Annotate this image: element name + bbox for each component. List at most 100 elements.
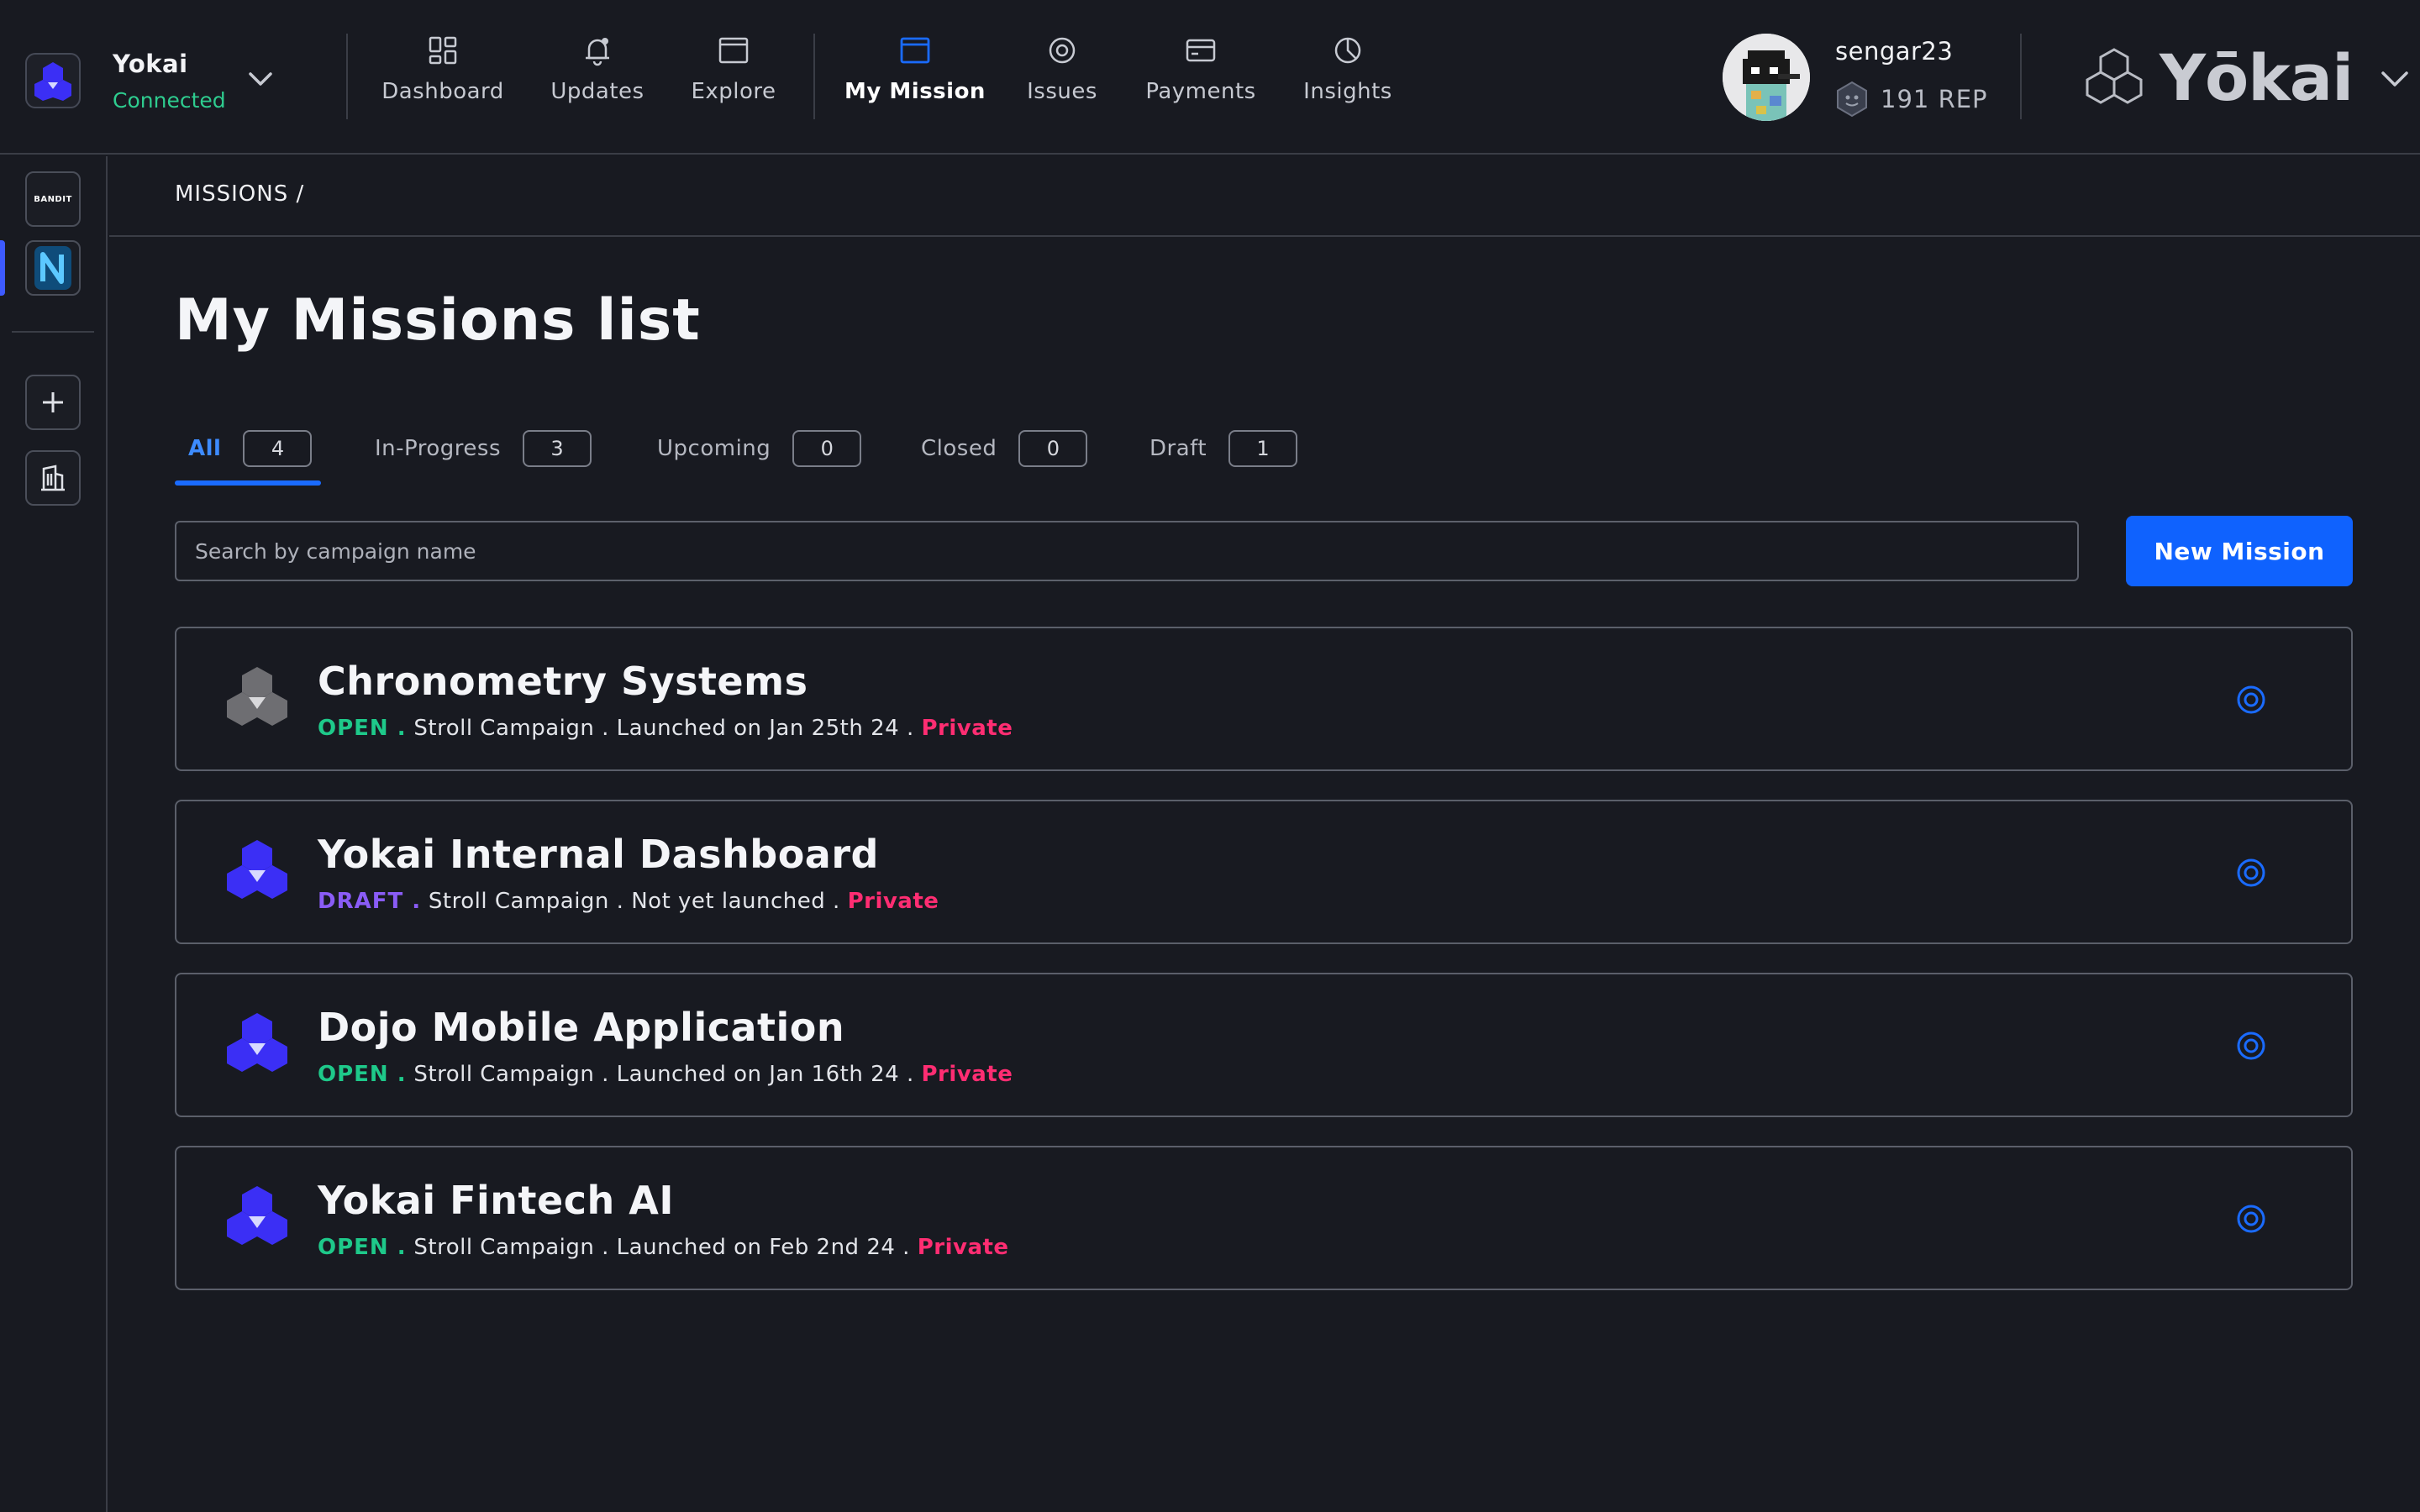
target-icon[interactable] bbox=[2235, 857, 2267, 889]
status-badge: OPEN . bbox=[318, 716, 407, 741]
mission-card[interactable]: Yokai Internal Dashboard DRAFT . Stroll … bbox=[175, 800, 2353, 944]
target-icon[interactable] bbox=[2235, 684, 2267, 716]
mission-card[interactable]: Yokai Fintech AI OPEN . Stroll Campaign … bbox=[175, 1146, 2353, 1290]
mission-title[interactable]: Yokai Fintech AI bbox=[318, 1178, 674, 1223]
brand-switcher[interactable]: Yōkai bbox=[2081, 40, 2412, 115]
campaign-type: Stroll Campaign . bbox=[413, 1062, 609, 1087]
tab-draft-label: Draft bbox=[1150, 436, 1207, 461]
target-icon[interactable] bbox=[2235, 1203, 2267, 1235]
launch-date: Launched on Feb 2nd 24 . bbox=[616, 1235, 910, 1260]
user-profile[interactable]: sengar23 191 REP bbox=[1723, 34, 1988, 121]
campaign-type: Stroll Campaign . bbox=[413, 1235, 609, 1260]
pie-icon bbox=[1333, 30, 1363, 71]
nav-insights[interactable]: Insights bbox=[1299, 30, 1397, 123]
nav-updates[interactable]: Updates bbox=[550, 30, 644, 123]
nav-payments-label: Payments bbox=[1145, 79, 1256, 104]
tab-upcoming-count: 0 bbox=[792, 430, 862, 467]
workspace-n[interactable] bbox=[25, 240, 81, 296]
search-input[interactable] bbox=[175, 521, 2079, 581]
bandit-logo: BANDIT bbox=[34, 194, 72, 204]
org-switcher[interactable]: Yokai Connected bbox=[25, 47, 345, 114]
card-icon bbox=[1185, 30, 1217, 71]
org-logo-icon bbox=[25, 53, 81, 108]
reputation-badge: 191 REP bbox=[1835, 81, 1988, 118]
building-icon bbox=[41, 465, 65, 491]
mission-logo-icon bbox=[227, 1013, 287, 1072]
organization-button[interactable] bbox=[25, 450, 81, 506]
org-name: Yokai bbox=[113, 49, 188, 78]
nav-payments[interactable]: Payments bbox=[1145, 30, 1256, 123]
tab-draft[interactable]: Draft 1 bbox=[1150, 423, 1298, 474]
workspace-bandit[interactable]: BANDIT bbox=[25, 171, 81, 227]
mission-meta: OPEN . Stroll Campaign . Launched on Jan… bbox=[318, 1062, 1013, 1087]
mission-meta: OPEN . Stroll Campaign . Launched on Feb… bbox=[318, 1235, 1009, 1260]
reputation-value: 191 REP bbox=[1881, 85, 1988, 113]
workspace-rail: BANDIT bbox=[0, 156, 108, 1512]
mission-meta: OPEN . Stroll Campaign . Launched on Jan… bbox=[318, 716, 1013, 741]
nav-issues-label: Issues bbox=[1027, 79, 1097, 104]
mission-title[interactable]: Yokai Internal Dashboard bbox=[318, 832, 879, 877]
active-indicator bbox=[0, 240, 5, 296]
launch-date: Launched on Jan 25th 24 . bbox=[616, 716, 914, 741]
yokai-logo-icon bbox=[2086, 47, 2143, 104]
page-title: My Missions list bbox=[175, 287, 701, 354]
mission-title[interactable]: Chronometry Systems bbox=[318, 659, 808, 704]
nav-my-mission[interactable]: My Mission bbox=[844, 30, 985, 123]
tab-closed-count: 0 bbox=[1018, 430, 1088, 467]
add-workspace-button[interactable] bbox=[25, 375, 81, 430]
tab-upcoming[interactable]: Upcoming 0 bbox=[657, 423, 862, 474]
nav-dashboard[interactable]: Dashboard bbox=[381, 30, 503, 123]
new-mission-button[interactable]: New Mission bbox=[2126, 516, 2353, 586]
target-icon[interactable] bbox=[2235, 1030, 2267, 1062]
divider bbox=[12, 331, 94, 333]
mission-logo-icon bbox=[227, 667, 287, 726]
tab-upcoming-label: Upcoming bbox=[657, 436, 771, 461]
campaign-type: Stroll Campaign . bbox=[413, 716, 609, 741]
tab-in-progress-count: 3 bbox=[523, 430, 592, 467]
target-icon bbox=[1047, 30, 1077, 71]
mission-card[interactable]: Chronometry Systems OPEN . Stroll Campai… bbox=[175, 627, 2353, 771]
mission-card[interactable]: Dojo Mobile Application OPEN . Stroll Ca… bbox=[175, 973, 2353, 1117]
tab-in-progress[interactable]: In-Progress 3 bbox=[375, 423, 592, 474]
hexagon-badge-icon bbox=[1837, 81, 1867, 118]
divider bbox=[2020, 34, 2022, 119]
mission-meta: DRAFT . Stroll Campaign . Not yet launch… bbox=[318, 889, 939, 914]
nav-issues[interactable]: Issues bbox=[1022, 30, 1102, 123]
mission-title[interactable]: Dojo Mobile Application bbox=[318, 1005, 844, 1050]
chevron-down-icon[interactable] bbox=[245, 64, 276, 94]
divider bbox=[346, 34, 348, 119]
grid-icon bbox=[428, 30, 458, 71]
nav-explore[interactable]: Explore bbox=[691, 30, 776, 123]
tab-closed[interactable]: Closed 0 bbox=[921, 423, 1088, 474]
plus-icon bbox=[43, 392, 63, 412]
nav-updates-label: Updates bbox=[550, 79, 644, 104]
n-logo-icon bbox=[34, 246, 71, 290]
visibility-badge: Private bbox=[921, 1062, 1013, 1087]
divider bbox=[813, 34, 815, 119]
visibility-badge: Private bbox=[921, 716, 1013, 741]
nav-explore-label: Explore bbox=[691, 79, 776, 104]
nav-dashboard-label: Dashboard bbox=[381, 79, 504, 104]
breadcrumb-missions[interactable]: MISSIONS / bbox=[175, 181, 304, 207]
brand-wordmark: Yōkai bbox=[2160, 40, 2354, 115]
bell-icon bbox=[582, 30, 613, 71]
tab-draft-count: 1 bbox=[1228, 430, 1298, 467]
launch-date: Launched on Jan 16th 24 . bbox=[616, 1062, 914, 1087]
tab-all-count: 4 bbox=[243, 430, 313, 467]
window-icon bbox=[718, 30, 750, 71]
tab-in-progress-label: In-Progress bbox=[375, 436, 501, 461]
tab-all[interactable]: All 4 bbox=[188, 423, 313, 474]
campaign-type: Stroll Campaign . bbox=[428, 889, 624, 914]
launch-date: Not yet launched . bbox=[631, 889, 840, 914]
window-icon bbox=[899, 30, 931, 71]
breadcrumb: MISSIONS / bbox=[109, 156, 2420, 237]
active-tab-underline bbox=[175, 480, 321, 486]
chevron-down-icon[interactable] bbox=[2378, 61, 2412, 95]
username: sengar23 bbox=[1835, 37, 1954, 66]
mission-tabs: All 4 In-Progress 3 Upcoming 0 Closed 0 … bbox=[175, 423, 1519, 486]
top-bar: Yokai Connected Dashboard Updates Explor… bbox=[0, 0, 2420, 155]
mission-logo-icon bbox=[227, 1186, 287, 1245]
avatar bbox=[1723, 34, 1810, 121]
tab-all-label: All bbox=[188, 436, 222, 461]
visibility-badge: Private bbox=[847, 889, 939, 914]
